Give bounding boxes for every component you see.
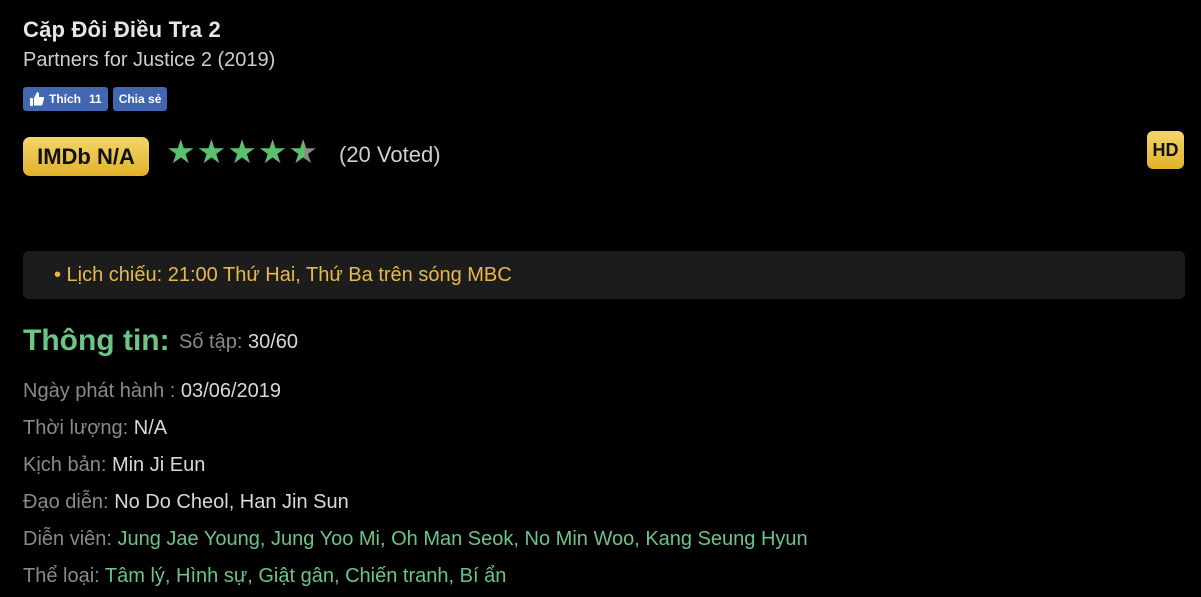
schedule-box: • Lịch chiếu: 21:00 Thứ Hai, Thứ Ba trên…: [23, 251, 1185, 299]
duration-label: Thời lượng:: [23, 417, 129, 439]
writer-row: Kịch bản: Min Ji Eun: [23, 454, 205, 477]
episodes-row: Số tập: 30/60: [179, 331, 298, 354]
hd-badge: HD: [1147, 131, 1184, 169]
release-label: Ngày phát hành :: [23, 380, 176, 402]
duration-value: N/A: [133, 417, 168, 439]
genre-link[interactable]: Hình sự: [176, 565, 247, 587]
writer-value: Min Ji Eun: [111, 454, 206, 476]
cast-link[interactable]: Oh Man Seok: [391, 528, 513, 550]
share-label: Chia sẻ: [118, 92, 162, 106]
cast-list: Jung Jae Young, Jung Yoo Mi, Oh Man Seok…: [117, 528, 808, 550]
imdb-badge: IMDb N/A: [23, 137, 149, 176]
cast-label: Diễn viên:: [23, 528, 112, 550]
release-value: 03/06/2019: [180, 380, 282, 402]
thumbs-up-icon: [30, 92, 45, 106]
star-icon[interactable]: ★: [258, 134, 288, 170]
star-icon[interactable]: ★: [227, 134, 257, 170]
star-rating[interactable]: ★ ★ ★ ★ ★: [166, 134, 319, 170]
episodes-value: 30/60: [247, 331, 299, 353]
release-row: Ngày phát hành : 03/06/2019: [23, 380, 281, 403]
cast-link[interactable]: Kang Seung Hyun: [645, 528, 807, 550]
genre-list: Tâm lý, Hình sự, Giật gân, Chiến tranh, …: [104, 565, 507, 587]
cast-link[interactable]: Jung Yoo Mi: [271, 528, 380, 550]
genre-link[interactable]: Tâm lý: [105, 565, 165, 587]
director-label: Đạo diễn:: [23, 491, 109, 513]
like-count: 11: [89, 92, 102, 106]
director-row: Đạo diễn: No Do Cheol, Han Jin Sun: [23, 491, 349, 514]
like-label: Thích: [49, 92, 81, 106]
social-buttons: Thích 11 Chia sẻ: [23, 87, 168, 111]
cast-row: Diễn viên: Jung Jae Young, Jung Yoo Mi, …: [23, 528, 808, 551]
star-icon[interactable]: ★: [288, 134, 318, 170]
star-icon[interactable]: ★: [166, 134, 196, 170]
episodes-label: Số tập:: [179, 331, 243, 353]
cast-link[interactable]: Jung Jae Young: [118, 528, 260, 550]
genre-link[interactable]: Bí ẩn: [460, 565, 507, 587]
genre-link[interactable]: Chiến tranh: [345, 565, 448, 587]
genre-label: Thể loại:: [23, 565, 100, 587]
director-value: No Do Cheol, Han Jin Sun: [114, 491, 349, 513]
movie-subtitle: Partners for Justice 2 (2019): [23, 49, 276, 71]
vote-count: (20 Voted): [339, 142, 441, 167]
genre-row: Thể loại: Tâm lý, Hình sự, Giật gân, Chi…: [23, 565, 506, 588]
star-icon[interactable]: ★: [197, 134, 227, 170]
facebook-share-button[interactable]: Chia sẻ: [112, 87, 168, 111]
cast-link[interactable]: No Min Woo: [525, 528, 635, 550]
facebook-like-button[interactable]: Thích 11: [23, 87, 108, 111]
genre-link[interactable]: Giật gân: [258, 565, 334, 587]
writer-label: Kịch bản:: [23, 454, 107, 476]
duration-row: Thời lượng: N/A: [23, 417, 167, 440]
info-heading: Thông tin:: [23, 324, 170, 357]
movie-title: Cặp Đôi Điều Tra 2: [23, 17, 221, 42]
schedule-text: • Lịch chiếu: 21:00 Thứ Hai, Thứ Ba trên…: [54, 264, 512, 286]
